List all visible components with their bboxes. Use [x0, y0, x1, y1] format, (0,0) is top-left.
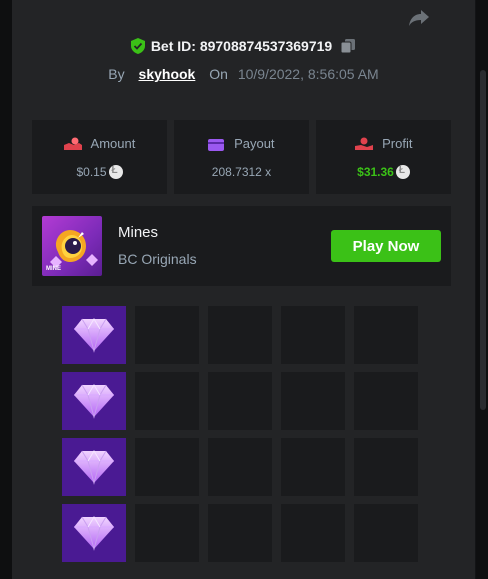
background-right: [476, 0, 488, 579]
empty-tile: [354, 306, 418, 364]
hand-money-icon: [354, 136, 383, 151]
profit-stat: Profit $31.36: [316, 120, 451, 194]
thumbnail-text: MINE: [46, 266, 61, 272]
profit-label: Profit: [382, 136, 413, 151]
gem-tile: [62, 504, 126, 562]
gem-tile: [62, 438, 126, 496]
payout-value: 208.7312 x: [211, 165, 272, 179]
scrollbar-thumb[interactable]: [480, 70, 486, 410]
bet-id-row: Bet ID: 89708874537369719: [12, 38, 475, 57]
empty-tile: [135, 504, 199, 562]
play-now-button[interactable]: Play Now: [331, 230, 441, 262]
amount-value: $0.15: [76, 165, 107, 179]
copy-icon[interactable]: [340, 38, 356, 57]
shield-check-icon: [130, 38, 145, 57]
litecoin-icon: [108, 165, 123, 179]
on-label: On: [209, 66, 228, 82]
profit-value-row: $31.36: [316, 165, 451, 179]
empty-tile: [281, 504, 345, 562]
gem-tile: [62, 306, 126, 364]
empty-tile: [208, 504, 272, 562]
amount-label: Amount: [90, 136, 136, 151]
empty-tile: [208, 372, 272, 430]
empty-tile: [135, 438, 199, 496]
empty-tile: [281, 372, 345, 430]
payout-stat: Payout 208.7312 x: [174, 120, 309, 194]
gem-tile: [62, 372, 126, 430]
mines-grid: [62, 306, 418, 562]
empty-tile: [354, 504, 418, 562]
game-name: Mines: [118, 224, 159, 241]
username-link[interactable]: skyhook: [139, 66, 196, 82]
empty-tile: [354, 372, 418, 430]
share-icon[interactable]: [407, 8, 431, 28]
card-icon: [208, 136, 234, 151]
game-card: MINE Mines BC Originals Play Now: [32, 206, 451, 286]
empty-tile: [135, 306, 199, 364]
background-left: [0, 0, 12, 579]
empty-tile: [281, 438, 345, 496]
litecoin-icon: [395, 165, 410, 179]
payout-label: Payout: [234, 136, 275, 151]
bet-detail-modal: Bet ID: 89708874537369719 By skyhook On …: [12, 0, 475, 579]
empty-tile: [281, 306, 345, 364]
hand-coin-icon: [63, 136, 91, 151]
empty-tile: [135, 372, 199, 430]
bet-id-text: Bet ID: 89708874537369719: [150, 38, 333, 54]
mines-game-thumbnail[interactable]: MINE: [42, 216, 102, 276]
author-line: By skyhook On 10/9/2022, 8:56:05 AM: [12, 66, 475, 82]
amount-value-row: $0.15: [32, 165, 167, 179]
bet-date: 10/9/2022, 8:56:05 AM: [237, 66, 379, 82]
empty-tile: [208, 306, 272, 364]
empty-tile: [208, 438, 272, 496]
bet-stats: Amount $0.15 Payout 208.7312 x: [32, 120, 451, 194]
game-provider: BC Originals: [118, 251, 197, 267]
empty-tile: [354, 438, 418, 496]
amount-stat: Amount $0.15: [32, 120, 167, 194]
profit-value: $31.36: [357, 165, 394, 179]
by-label: By: [108, 66, 125, 82]
